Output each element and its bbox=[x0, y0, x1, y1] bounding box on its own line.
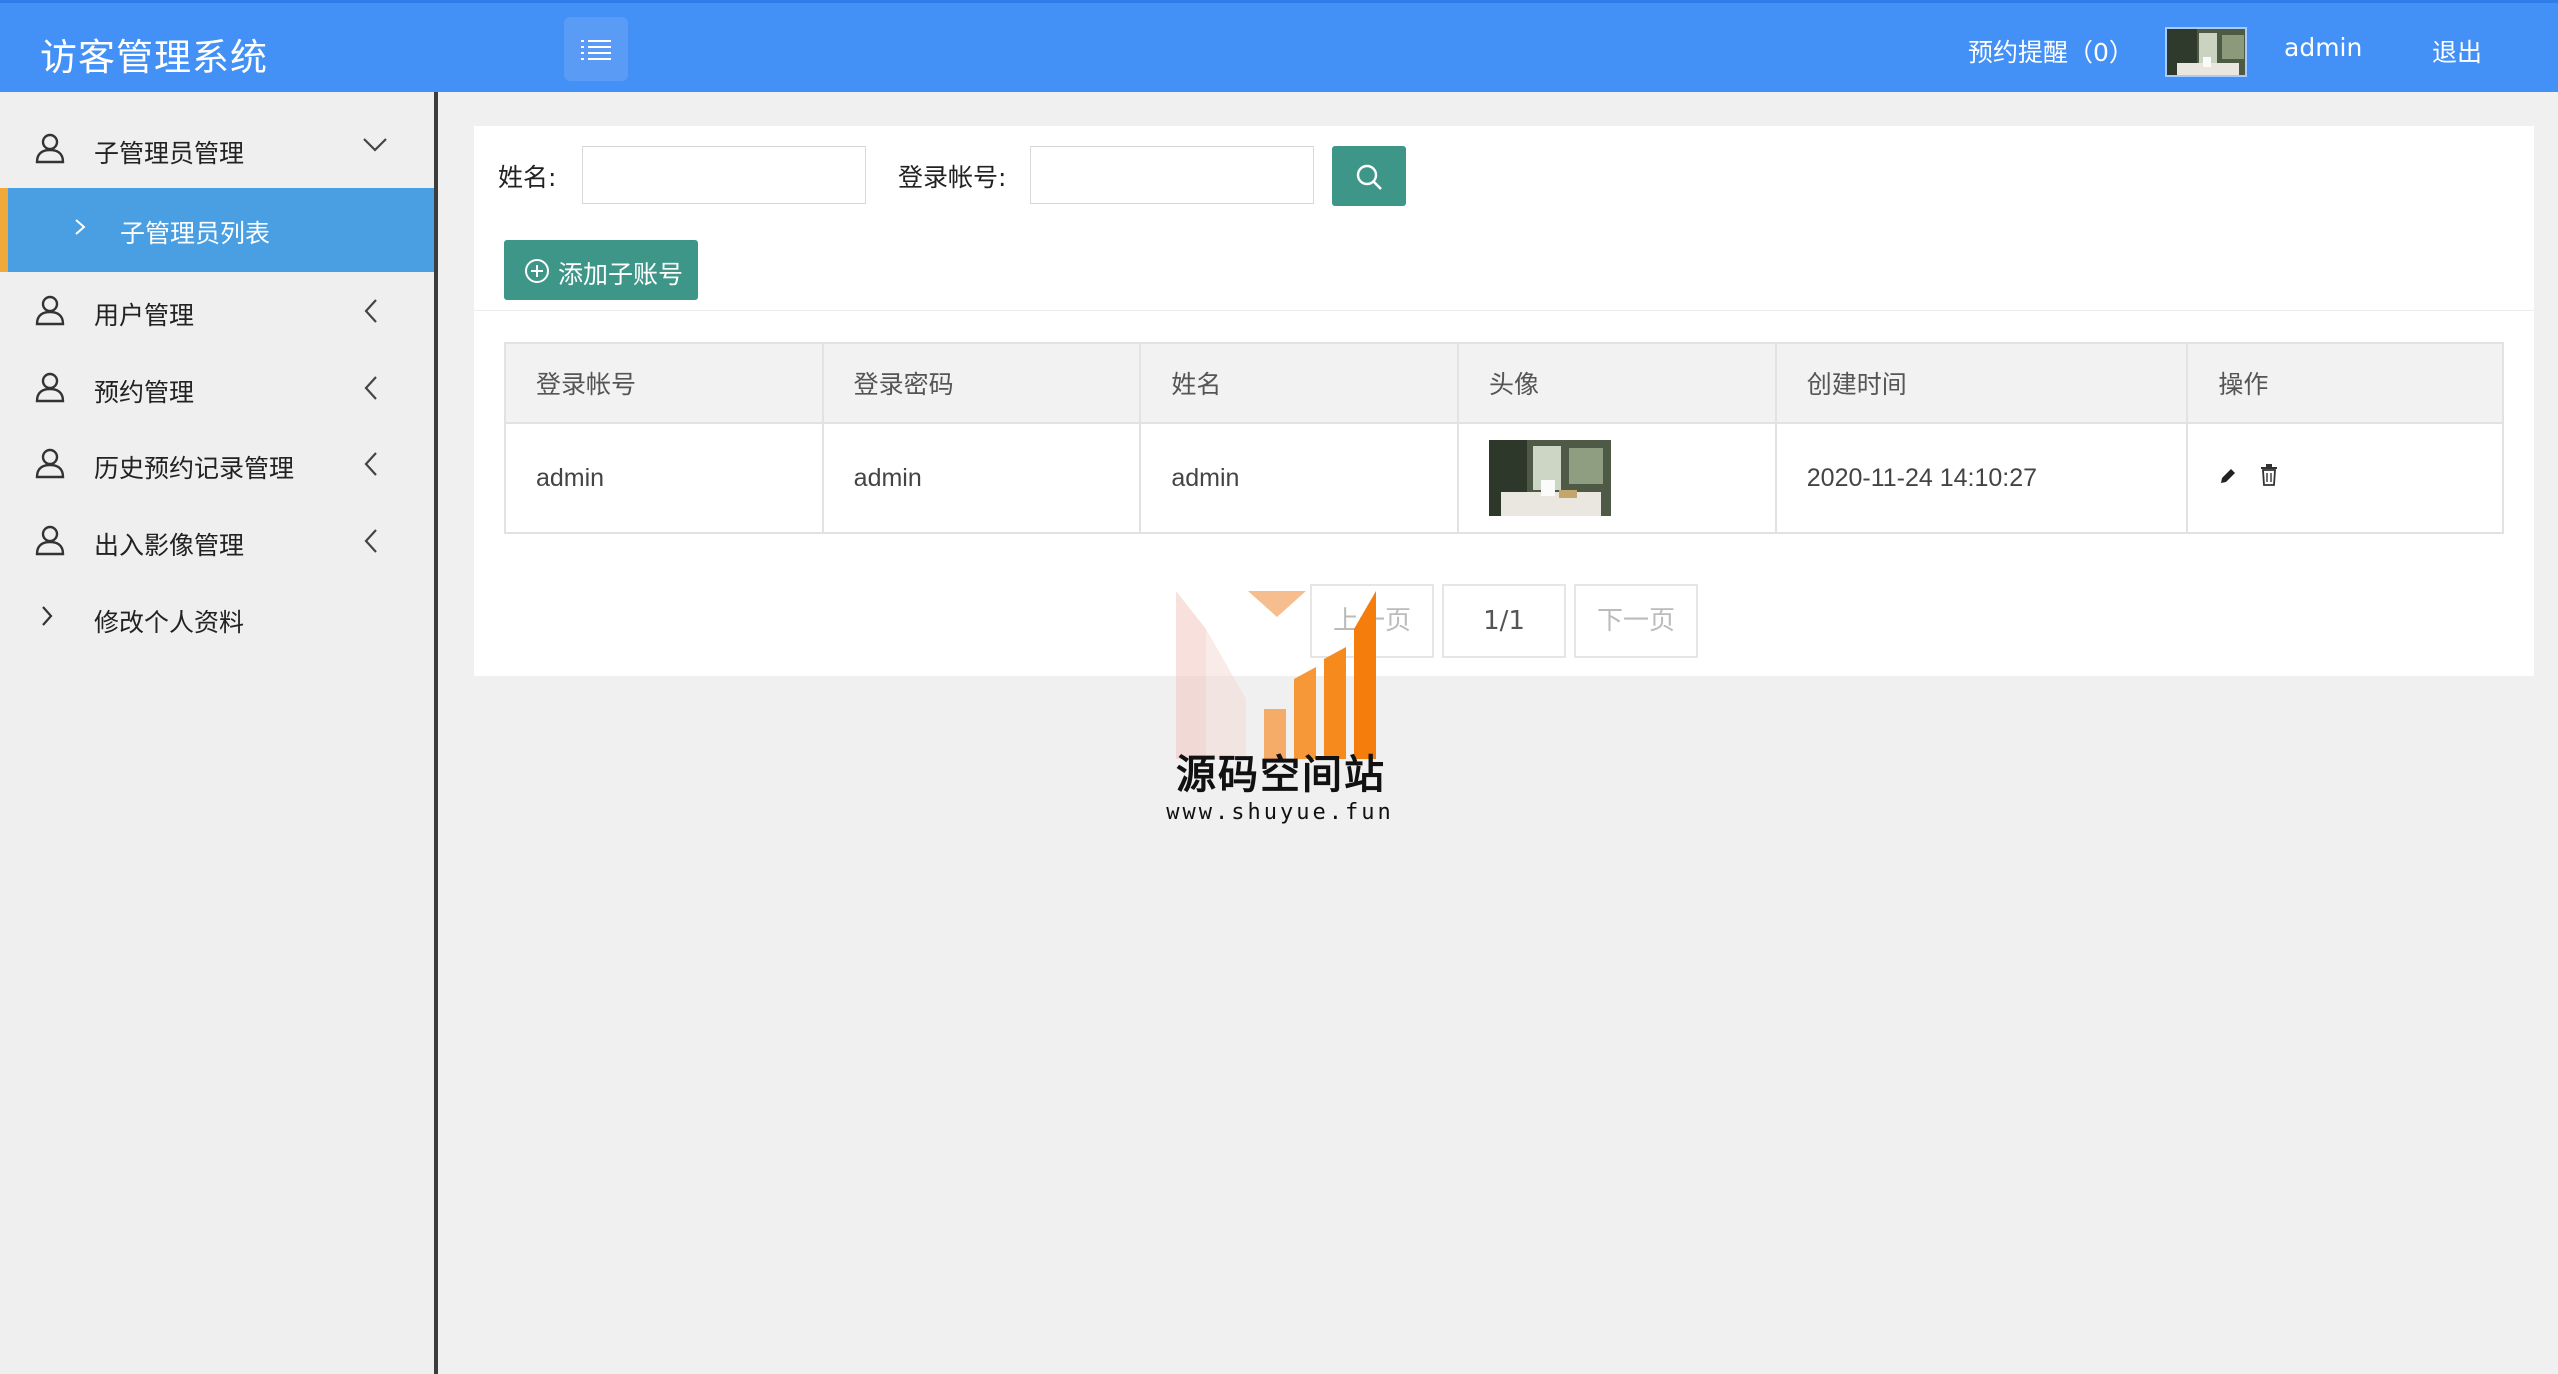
divider bbox=[474, 310, 2534, 311]
sidebar: 子管理员管理 子管理员列表 用户管理 预约管理 历史预约记录管理 出入影像管理 … bbox=[0, 92, 438, 1374]
sub-admin-table: 登录帐号 登录密码 姓名 头像 创建时间 操作 admin admin admi… bbox=[504, 342, 2504, 534]
column-header: 创建时间 bbox=[1774, 342, 2189, 424]
sidebar-item-image-management[interactable]: 出入影像管理 bbox=[0, 504, 434, 576]
trash-icon[interactable] bbox=[2259, 463, 2279, 493]
chevron-left-icon bbox=[364, 529, 377, 553]
avatar[interactable] bbox=[2165, 27, 2247, 77]
appointment-reminder-link[interactable]: 预约提醒（0） bbox=[1968, 33, 2134, 69]
column-header: 登录帐号 bbox=[504, 342, 824, 424]
user-icon bbox=[35, 525, 65, 556]
cell-actions bbox=[2186, 422, 2504, 534]
chevron-left-icon bbox=[364, 376, 377, 400]
column-header: 姓名 bbox=[1139, 342, 1460, 424]
sidebar-item-label: 子管理员管理 bbox=[94, 139, 245, 168]
add-sub-account-label: 添加子账号 bbox=[558, 260, 684, 289]
avatar-thumbnail[interactable] bbox=[1489, 440, 1612, 516]
user-icon bbox=[35, 448, 65, 479]
edit-icon[interactable] bbox=[2218, 464, 2238, 493]
sidebar-item-edit-profile[interactable]: 修改个人资料 bbox=[0, 581, 434, 653]
app-title: 访客管理系统 bbox=[40, 36, 268, 79]
user-icon bbox=[35, 133, 65, 164]
list-icon bbox=[581, 40, 611, 60]
current-page-indicator: 1/1 bbox=[1442, 584, 1566, 658]
sidebar-item-user-management[interactable]: 用户管理 bbox=[0, 274, 434, 346]
search-icon bbox=[1356, 164, 1382, 190]
top-header: 访客管理系统 预约提醒（0） admin 退出 bbox=[0, 0, 2558, 92]
sidebar-item-label: 修改个人资料 bbox=[94, 608, 245, 637]
chevron-right-icon bbox=[75, 219, 86, 235]
menu-toggle-button[interactable] bbox=[564, 17, 628, 81]
cell-avatar bbox=[1457, 422, 1777, 534]
watermark-title: 源码空间站 bbox=[1176, 752, 1386, 798]
sidebar-item-appointment-management[interactable]: 预约管理 bbox=[0, 351, 434, 423]
search-button[interactable] bbox=[1332, 146, 1406, 206]
plus-circle-icon bbox=[525, 259, 549, 283]
sidebar-item-label: 历史预约记录管理 bbox=[94, 454, 295, 483]
watermark-url: www.shuyue.fun bbox=[1166, 800, 1394, 825]
cell-created-time: 2020-11-24 14:10:27 bbox=[1774, 422, 2189, 534]
sidebar-item-sub-admin-management[interactable]: 子管理员管理 bbox=[0, 112, 434, 184]
add-sub-account-button[interactable]: 添加子账号 bbox=[504, 240, 698, 300]
chevron-right-icon bbox=[42, 606, 53, 626]
cell-name: admin bbox=[1139, 422, 1460, 534]
account-filter-label: 登录帐号: bbox=[898, 163, 1007, 192]
column-header: 头像 bbox=[1457, 342, 1777, 424]
chevron-left-icon bbox=[364, 299, 377, 323]
sidebar-item-label: 预约管理 bbox=[94, 378, 195, 407]
cell-account: admin bbox=[504, 422, 824, 534]
user-icon bbox=[35, 372, 65, 403]
table-header-row: 登录帐号 登录密码 姓名 头像 创建时间 操作 bbox=[504, 342, 2504, 424]
name-filter-input[interactable] bbox=[582, 146, 866, 204]
table-row: admin admin admin 2020-11-24 14:10:27 bbox=[504, 422, 2504, 534]
sidebar-subitem-sub-admin-list[interactable]: 子管理员列表 bbox=[0, 188, 434, 272]
sidebar-subitem-label: 子管理员列表 bbox=[120, 219, 271, 248]
sidebar-item-history-management[interactable]: 历史预约记录管理 bbox=[0, 427, 434, 499]
name-filter-label: 姓名: bbox=[498, 163, 557, 192]
chevron-down-icon bbox=[363, 138, 387, 152]
next-page-button[interactable]: 下一页 bbox=[1574, 584, 1698, 658]
column-header: 登录密码 bbox=[821, 342, 1142, 424]
column-header: 操作 bbox=[2186, 342, 2504, 424]
cell-password: admin bbox=[821, 422, 1142, 534]
user-icon bbox=[35, 295, 65, 326]
sidebar-item-label: 用户管理 bbox=[94, 301, 195, 330]
logout-link[interactable]: 退出 bbox=[2432, 33, 2482, 69]
sidebar-item-label: 出入影像管理 bbox=[94, 531, 245, 560]
account-filter-input[interactable] bbox=[1030, 146, 1314, 204]
chevron-left-icon bbox=[364, 452, 377, 476]
current-username: admin bbox=[2284, 33, 2363, 62]
